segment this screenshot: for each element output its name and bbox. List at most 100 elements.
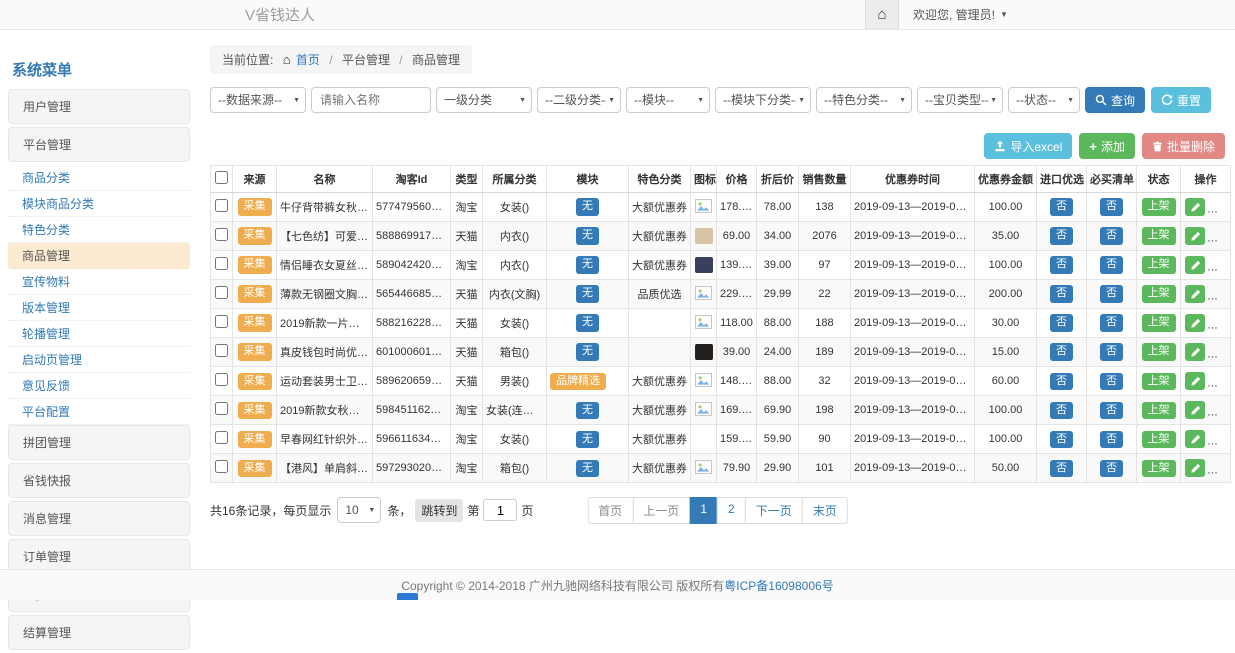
import-choice-badge[interactable]: 否 bbox=[1050, 373, 1073, 390]
row-checkbox[interactable] bbox=[215, 402, 228, 415]
status-badge[interactable]: 上架 bbox=[1142, 285, 1176, 302]
sidebar-item-意见反馈[interactable]: 意见反馈 bbox=[8, 373, 190, 399]
page-button-下一页[interactable]: 下一页 bbox=[745, 497, 803, 524]
import-choice-badge[interactable]: 否 bbox=[1050, 227, 1073, 244]
must-buy-badge[interactable]: 否 bbox=[1100, 460, 1123, 477]
search-button[interactable]: 查询 bbox=[1085, 87, 1145, 113]
filter-select-data-source[interactable]: --数据来源-- bbox=[211, 88, 305, 112]
row-checkbox[interactable] bbox=[215, 431, 228, 444]
batch-delete-button[interactable]: 批量删除 bbox=[1142, 133, 1225, 159]
edit-button[interactable] bbox=[1185, 372, 1205, 390]
import-choice-badge[interactable]: 否 bbox=[1050, 256, 1073, 273]
import-choice-badge[interactable]: 否 bbox=[1050, 285, 1073, 302]
module-badge[interactable]: 无 bbox=[576, 343, 599, 360]
must-buy-badge[interactable]: 否 bbox=[1100, 373, 1123, 390]
import-choice-badge[interactable]: 否 bbox=[1050, 314, 1073, 331]
module-badge[interactable]: 无 bbox=[576, 285, 599, 302]
must-buy-badge[interactable]: 否 bbox=[1100, 402, 1123, 419]
page-size-select[interactable]: 10 bbox=[338, 498, 380, 522]
sidebar-group-消息管理[interactable]: 消息管理 bbox=[8, 501, 190, 536]
row-checkbox[interactable] bbox=[215, 286, 228, 299]
module-badge[interactable]: 无 bbox=[576, 402, 599, 419]
edit-button[interactable] bbox=[1185, 198, 1205, 216]
status-badge[interactable]: 上架 bbox=[1142, 343, 1176, 360]
breadcrumb-item-products[interactable]: 商品管理 bbox=[412, 53, 460, 67]
module-badge[interactable]: 无 bbox=[576, 227, 599, 244]
row-checkbox[interactable] bbox=[215, 373, 228, 386]
status-badge[interactable]: 上架 bbox=[1142, 314, 1176, 331]
edit-button[interactable] bbox=[1185, 430, 1205, 448]
must-buy-badge[interactable]: 否 bbox=[1100, 227, 1123, 244]
filter-select-status[interactable]: --状态-- bbox=[1009, 88, 1079, 112]
sidebar-group-用户管理[interactable]: 用户管理 bbox=[8, 89, 190, 124]
breadcrumb-home-link[interactable]: 首页 bbox=[296, 53, 320, 67]
row-checkbox[interactable] bbox=[215, 228, 228, 241]
module-badge[interactable]: 无 bbox=[576, 314, 599, 331]
module-badge[interactable]: 无 bbox=[576, 198, 599, 215]
module-badge[interactable]: 品牌精选 bbox=[550, 373, 606, 390]
must-buy-badge[interactable]: 否 bbox=[1100, 314, 1123, 331]
user-menu[interactable]: 欢迎您, 管理员! ▼ bbox=[899, 0, 1022, 29]
status-badge[interactable]: 上架 bbox=[1142, 402, 1176, 419]
filter-select-item-type[interactable]: --宝贝类型-- bbox=[918, 88, 1002, 112]
name-search-input[interactable] bbox=[311, 87, 431, 113]
page-button-上一页[interactable]: 上一页 bbox=[632, 497, 690, 524]
icp-link[interactable]: 粤ICP备16098006号 bbox=[724, 577, 833, 594]
page-button-末页[interactable]: 末页 bbox=[802, 497, 848, 524]
sidebar-item-轮播管理[interactable]: 轮播管理 bbox=[8, 321, 190, 347]
module-badge[interactable]: 无 bbox=[576, 460, 599, 477]
sidebar-group-省钱快报[interactable]: 省钱快报 bbox=[8, 463, 190, 498]
import-excel-button[interactable]: 导入excel bbox=[984, 133, 1072, 159]
edit-button[interactable] bbox=[1185, 227, 1205, 245]
row-checkbox[interactable] bbox=[215, 315, 228, 328]
must-buy-badge[interactable]: 否 bbox=[1100, 256, 1123, 273]
edit-button[interactable] bbox=[1185, 343, 1205, 361]
import-choice-badge[interactable]: 否 bbox=[1050, 198, 1073, 215]
must-buy-badge[interactable]: 否 bbox=[1100, 198, 1123, 215]
status-badge[interactable]: 上架 bbox=[1142, 256, 1176, 273]
breadcrumb-item-platform[interactable]: 平台管理 bbox=[342, 53, 390, 67]
sidebar-item-模块商品分类[interactable]: 模块商品分类 bbox=[8, 191, 190, 217]
status-badge[interactable]: 上架 bbox=[1142, 460, 1176, 477]
sidebar-item-商品管理[interactable]: 商品管理 bbox=[8, 243, 190, 269]
edit-button[interactable] bbox=[1185, 459, 1205, 477]
select-all-checkbox[interactable] bbox=[215, 171, 228, 184]
sidebar-group-结算管理[interactable]: 结算管理 bbox=[8, 615, 190, 650]
sidebar-item-平台配置[interactable]: 平台配置 bbox=[8, 399, 190, 425]
sidebar-item-特色分类[interactable]: 特色分类 bbox=[8, 217, 190, 243]
status-badge[interactable]: 上架 bbox=[1142, 373, 1176, 390]
edit-button[interactable] bbox=[1185, 401, 1205, 419]
must-buy-badge[interactable]: 否 bbox=[1100, 343, 1123, 360]
import-choice-badge[interactable]: 否 bbox=[1050, 402, 1073, 419]
status-badge[interactable]: 上架 bbox=[1142, 431, 1176, 448]
sidebar-group-平台管理[interactable]: 平台管理 bbox=[8, 127, 190, 162]
edit-button[interactable] bbox=[1185, 314, 1205, 332]
edit-button[interactable] bbox=[1185, 256, 1205, 274]
status-badge[interactable]: 上架 bbox=[1142, 198, 1176, 215]
filter-select-level2-category[interactable]: --二级分类-- bbox=[538, 88, 620, 112]
filter-select-level1-category[interactable]: 一级分类 bbox=[437, 88, 531, 112]
import-choice-badge[interactable]: 否 bbox=[1050, 343, 1073, 360]
add-button[interactable]: + 添加 bbox=[1079, 133, 1135, 159]
edit-button[interactable] bbox=[1185, 285, 1205, 303]
must-buy-badge[interactable]: 否 bbox=[1100, 285, 1123, 302]
module-badge[interactable]: 无 bbox=[576, 431, 599, 448]
sidebar-group-拼团管理[interactable]: 拼团管理 bbox=[8, 425, 190, 460]
reset-button[interactable]: 重置 bbox=[1151, 87, 1211, 113]
sidebar-item-启动页管理[interactable]: 启动页管理 bbox=[8, 347, 190, 373]
module-badge[interactable]: 无 bbox=[576, 256, 599, 273]
row-checkbox[interactable] bbox=[215, 344, 228, 357]
filter-select-module[interactable]: --模块-- bbox=[627, 88, 709, 112]
jump-button[interactable]: 跳转到 bbox=[415, 499, 463, 522]
page-button-首页[interactable]: 首页 bbox=[587, 497, 633, 524]
row-checkbox[interactable] bbox=[215, 199, 228, 212]
import-choice-badge[interactable]: 否 bbox=[1050, 431, 1073, 448]
filter-select-feature-category[interactable]: --特色分类-- bbox=[817, 88, 911, 112]
sidebar-item-商品分类[interactable]: 商品分类 bbox=[8, 165, 190, 191]
sidebar-item-版本管理[interactable]: 版本管理 bbox=[8, 295, 190, 321]
jump-page-input[interactable] bbox=[483, 499, 517, 521]
row-checkbox[interactable] bbox=[215, 257, 228, 270]
sidebar-item-宣传物料[interactable]: 宣传物料 bbox=[8, 269, 190, 295]
filter-select-module-sub-category[interactable]: --模块下分类-- bbox=[716, 88, 810, 112]
page-button-2[interactable]: 2 bbox=[717, 497, 746, 524]
